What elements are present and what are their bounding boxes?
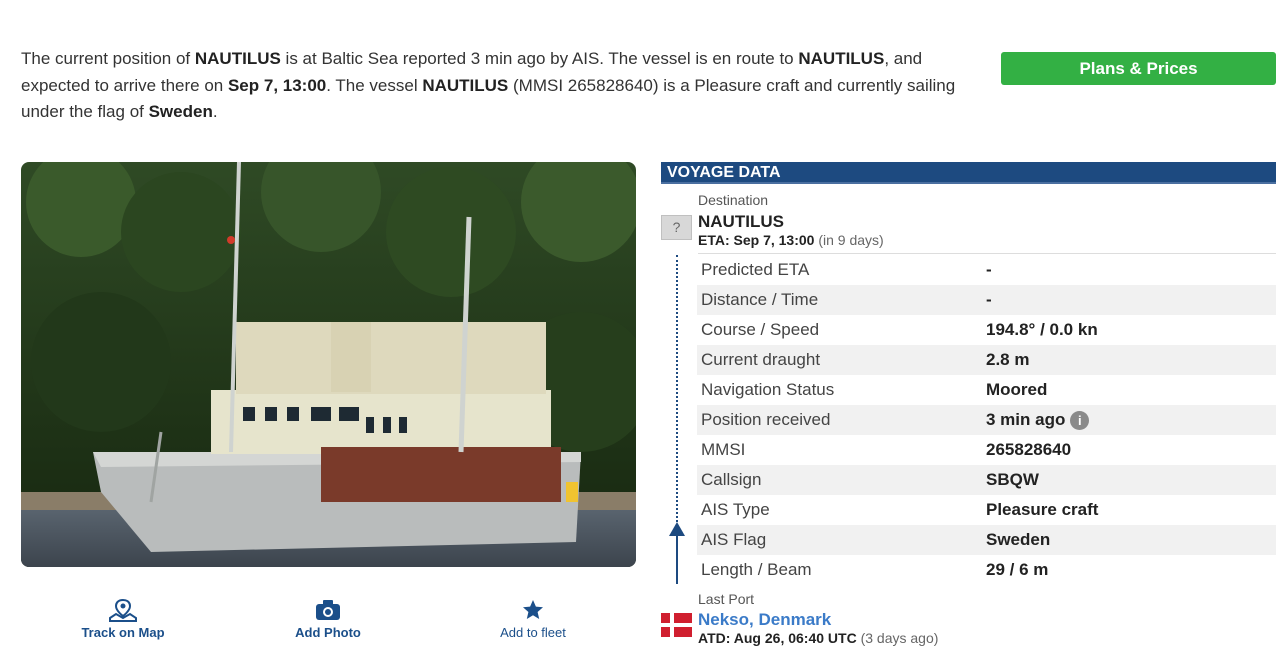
table-row: AIS Flag Sweden (697, 525, 1276, 555)
unknown-flag-badge: ? (661, 215, 692, 240)
vessel-name: NAUTILUS (422, 75, 509, 95)
add-photo-button[interactable]: Add Photo (268, 598, 388, 640)
table-row: Distance / Time - (697, 285, 1276, 315)
track-on-map-label: Track on Map (81, 625, 165, 640)
row-key: Callsign (701, 470, 762, 489)
row-value: 2.8 m (986, 350, 1030, 369)
vessel-photo (21, 162, 636, 567)
table-row: Course / Speed 194.8° / 0.0 kn (697, 315, 1276, 345)
row-value: - (986, 290, 992, 309)
atd-value: ATD: Aug 26, 06:40 UTC (698, 630, 857, 646)
table-row: MMSI 265828640 (697, 435, 1276, 465)
table-row: Predicted ETA - (697, 255, 1276, 285)
eta-relative: (in 9 days) (818, 232, 884, 248)
table-row: Current draught 2.8 m (697, 345, 1276, 375)
row-key: Navigation Status (701, 380, 835, 399)
add-to-fleet-button[interactable]: Add to fleet (473, 598, 593, 640)
row-key: Position received (701, 410, 831, 429)
table-row: Length / Beam 29 / 6 m (697, 555, 1276, 585)
eta-text: Sep 7, 13:00 (227, 75, 327, 95)
summary-text: . (212, 102, 218, 121)
row-key: AIS Type (701, 500, 770, 519)
row-value: SBQW (986, 470, 1039, 489)
camera-icon (268, 598, 388, 622)
table-row: Callsign SBQW (697, 465, 1276, 495)
row-value: 3 min ago (986, 410, 1066, 429)
map-pin-icon (63, 598, 183, 622)
vessel-summary: The current position of NAUTILUS is at B… (21, 46, 981, 126)
last-port-link[interactable]: Nekso, Denmark (698, 610, 831, 630)
row-key: Length / Beam (701, 560, 812, 579)
table-row: Position received 3 min ago i (697, 405, 1276, 435)
destination-label: Destination (698, 192, 769, 208)
route-solid-line (676, 530, 678, 584)
last-port-label: Last Port (698, 591, 755, 607)
row-value: Pleasure craft (986, 500, 1099, 519)
destination-name: NAUTILUS (798, 49, 885, 68)
plans-prices-button[interactable]: Plans & Prices (1001, 52, 1276, 85)
vessel-name: NAUTILUS (194, 49, 281, 68)
voyage-data-header: VOYAGE DATA (661, 162, 1276, 184)
route-arrow-icon (669, 522, 685, 536)
add-to-fleet-label: Add to fleet (500, 625, 566, 640)
divider (698, 253, 1276, 254)
table-row: AIS Type Pleasure craft (697, 495, 1276, 525)
summary-text: is at Baltic Sea reported 3 min ago by A… (280, 49, 799, 68)
destination-port-name: NAUTILUS (698, 212, 784, 231)
table-row: Navigation Status Moored (697, 375, 1276, 405)
summary-text: . The vessel (326, 75, 423, 95)
eta-value: ETA: Sep 7, 13:00 (698, 232, 815, 248)
add-photo-label: Add Photo (295, 625, 361, 640)
row-value: 29 / 6 m (986, 560, 1049, 579)
track-on-map-button[interactable]: Track on Map (63, 598, 183, 640)
row-key: AIS Flag (701, 530, 767, 549)
flag-country: Sweden (148, 102, 213, 121)
row-value: - (986, 260, 992, 279)
row-key: Distance / Time (701, 290, 819, 309)
row-value: 194.8° / 0.0 kn (986, 320, 1098, 339)
star-icon (473, 598, 593, 622)
atd-line: ATD: Aug 26, 06:40 UTC (3 days ago) (698, 630, 938, 646)
row-key: Predicted ETA (701, 260, 810, 279)
row-key: Course / Speed (701, 320, 820, 339)
row-value: 265828640 (986, 440, 1072, 459)
row-key: Current draught (701, 350, 821, 369)
route-dotted-line (676, 255, 678, 530)
eta-line: ETA: Sep 7, 13:00 (in 9 days) (698, 232, 884, 248)
row-value: Moored (986, 380, 1048, 399)
row-value: Sweden (986, 530, 1051, 549)
voyage-data-table: Predicted ETA - Distance / Time - Course /… (697, 255, 1276, 585)
denmark-flag-icon (661, 613, 692, 637)
row-value-container: 3 min ago i (986, 410, 1090, 430)
summary-text: The current position of (21, 49, 195, 68)
atd-relative: (3 days ago) (860, 630, 939, 646)
row-key: MMSI (701, 440, 746, 459)
info-icon[interactable]: i (1070, 410, 1090, 430)
